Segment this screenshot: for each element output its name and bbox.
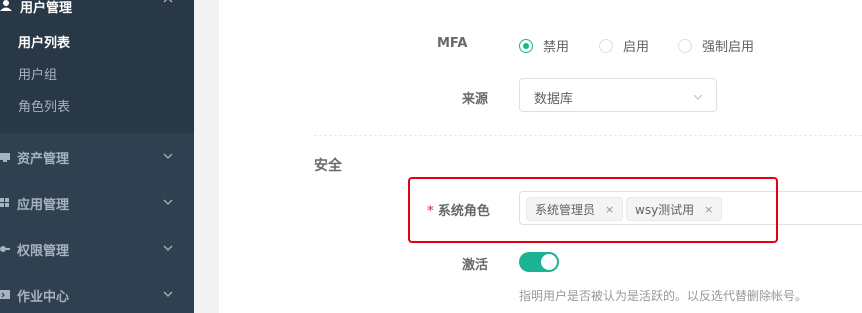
radio-label: 禁用 (543, 40, 570, 55)
sidebar-item-role-list[interactable]: 角色列表 (18, 96, 70, 115)
source-label: 来源 (462, 92, 489, 107)
chevron-down-icon (162, 196, 174, 208)
mfa-radio-forced[interactable]: 强制启用 (678, 36, 754, 55)
chevron-down-icon (162, 288, 174, 300)
source-select-value: 数据库 (534, 92, 574, 107)
chevron-up-icon (162, 0, 174, 6)
sidebar-item-job-center[interactable]: 作业中心 (0, 271, 194, 313)
user-form-card: MFA 禁用 启用 强制启用 来源 数据库 安全 * 系统角色 系统管理员 × … (219, 0, 862, 313)
main-content: MFA 禁用 启用 强制启用 来源 数据库 安全 * 系统角色 系统管理员 × … (194, 0, 862, 313)
nav-label: 权限管理 (17, 244, 70, 259)
nav-label: 应用管理 (17, 198, 70, 213)
radio-circle (678, 38, 692, 53)
annotation-highlight-box (408, 177, 778, 243)
terminal-icon (0, 289, 12, 301)
section-divider (314, 135, 862, 136)
sidebar-group-label: 用户管理 (20, 1, 73, 16)
mfa-radio-disabled[interactable]: 禁用 (519, 36, 569, 55)
sidebar-item-user-list[interactable]: 用户列表 (18, 32, 70, 51)
toggle-knob (541, 254, 557, 270)
security-section-title: 安全 (314, 158, 342, 174)
mfa-label: MFA (437, 36, 468, 51)
active-label: 激活 (462, 258, 489, 273)
source-select[interactable]: 数据库 (519, 78, 717, 112)
active-help-text: 指明用户是否被认为是活跃的。以反选代替删除帐号。 (519, 289, 808, 303)
chevron-down-icon (692, 91, 704, 107)
chevron-down-icon (162, 242, 174, 254)
user-icon (0, 0, 12, 11)
radio-circle (599, 38, 613, 53)
sidebar-submenu-user-management: 用户管理 用户列表 用户组 角色列表 (0, 0, 194, 133)
radio-circle (519, 38, 533, 53)
monitor-icon (0, 151, 12, 163)
sidebar-group-user-management[interactable]: 用户管理 (0, 0, 194, 18)
mfa-radio-enabled[interactable]: 启用 (599, 36, 649, 55)
sidebar-item-app-management[interactable]: 应用管理 (0, 179, 194, 225)
radio-label: 启用 (623, 40, 650, 55)
apps-grid-icon (0, 197, 12, 209)
chevron-down-icon (162, 150, 174, 162)
sidebar-item-asset-management[interactable]: 资产管理 (0, 133, 194, 179)
sidebar-item-user-group[interactable]: 用户组 (18, 64, 57, 83)
radio-label: 强制启用 (702, 40, 755, 55)
sidebar-item-permission-management[interactable]: 权限管理 (0, 225, 194, 271)
sidebar: 用户管理 用户列表 用户组 角色列表 资产管理 应用管理 权限管理 作业中心 (0, 0, 194, 313)
nav-label: 资产管理 (17, 152, 70, 167)
key-icon (0, 243, 12, 255)
active-toggle[interactable] (519, 252, 559, 272)
nav-label: 作业中心 (17, 290, 70, 305)
